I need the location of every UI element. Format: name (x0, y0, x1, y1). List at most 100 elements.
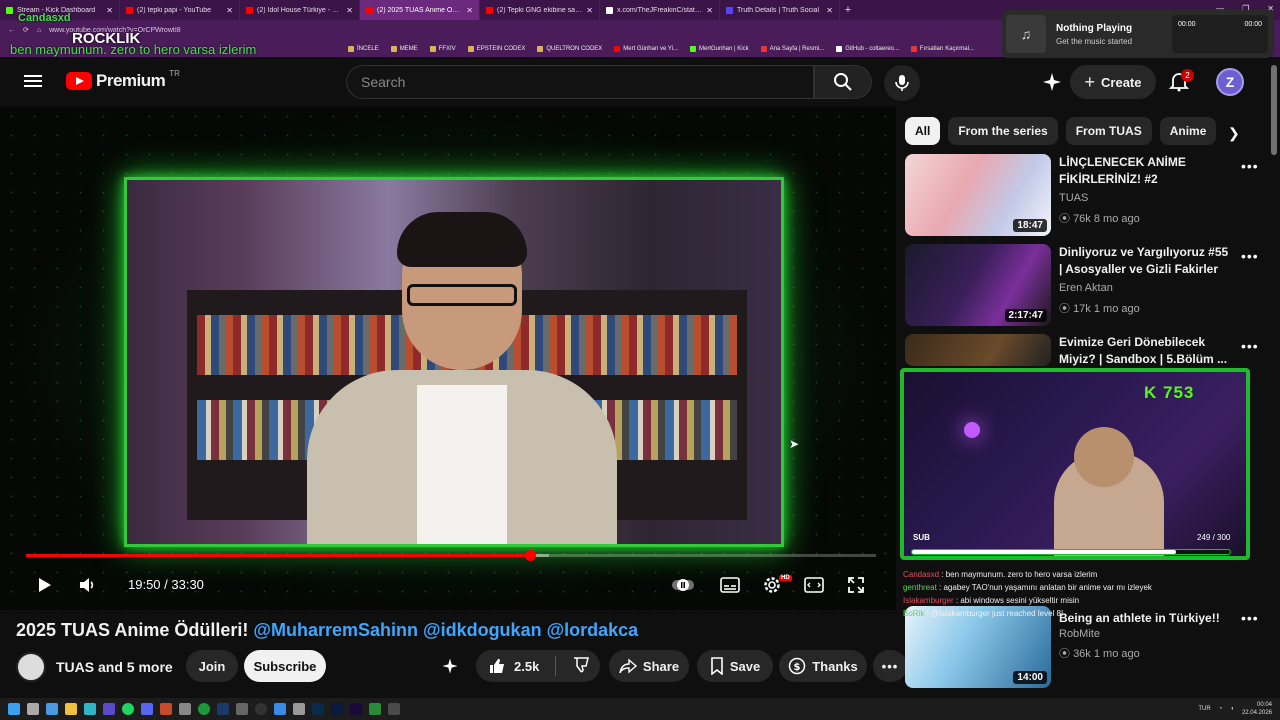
search-button[interactable] (814, 65, 872, 99)
create-button[interactable]: + Create (1070, 65, 1156, 99)
search-input[interactable] (361, 74, 813, 90)
volume-button[interactable] (76, 573, 100, 597)
join-button[interactable]: Join (186, 650, 238, 682)
new-tab-button[interactable]: + (840, 4, 856, 16)
bookmark-item[interactable]: FFXIV (429, 45, 456, 52)
recommended-channel[interactable]: TUAS (1059, 192, 1088, 204)
youtube-premium-logo[interactable]: Premium TR (66, 69, 180, 91)
mention-link[interactable]: @MuharremSahinn (253, 620, 418, 640)
ask-ai-button[interactable] (436, 650, 464, 682)
channel-name[interactable]: TUAS and 5 more (56, 659, 173, 675)
close-tab-icon[interactable]: ✕ (586, 6, 593, 15)
recommended-channel[interactable]: Eren Aktan (1059, 282, 1113, 294)
close-tab-icon[interactable]: ✕ (226, 6, 233, 15)
discord-icon[interactable] (141, 703, 153, 715)
app-icon[interactable] (179, 703, 191, 715)
subscribe-button[interactable]: Subscribe (244, 650, 326, 682)
photoshop-icon[interactable] (331, 703, 343, 715)
recommended-title[interactable]: Evimize Geri Dönebilecek Miyiz? | Sandbo… (1059, 334, 1234, 368)
app-icon[interactable] (293, 703, 305, 715)
audition-icon[interactable] (312, 703, 324, 715)
chip-from-tuas[interactable]: From TUAS (1065, 117, 1152, 145)
bookmark-item[interactable]: EPSTEIN CODEX (467, 45, 525, 52)
mention-link[interactable]: @lordakca (547, 620, 639, 640)
theater-mode-button[interactable] (802, 573, 826, 597)
dislike-button[interactable] (572, 656, 590, 677)
browser-tab[interactable]: x.com/TheJFreakinC/status/2046✕ (600, 0, 720, 20)
play-button[interactable] (32, 573, 56, 597)
browser-tab[interactable]: (2) Tepki GNG ekibine saplıyor anı✕ (480, 0, 600, 20)
account-avatar[interactable]: Z (1216, 68, 1244, 96)
browser-icon[interactable] (103, 703, 115, 715)
close-tab-icon[interactable]: ✕ (706, 6, 713, 15)
recommended-title[interactable]: LİNÇLENECEK ANİME FİKİRLERİNİZ! #2 (1059, 154, 1234, 188)
wifi-icon[interactable]: ◔ (1219, 706, 1223, 712)
recommended-title[interactable]: Dinliyoruz ve Yargılıyoruz #55 | Asosyal… (1059, 244, 1234, 278)
reload-icon[interactable]: ⟳ (23, 26, 29, 34)
bookmark-item[interactable]: Ana Sayfa | Resmi... (760, 45, 824, 52)
hamburger-menu-icon[interactable] (24, 72, 42, 90)
taskbar-clock[interactable]: 00:04 22.04.2026 (1242, 701, 1272, 717)
autoplay-toggle[interactable] (671, 573, 695, 597)
chip-all[interactable]: All (905, 117, 941, 145)
close-tab-icon[interactable]: ✕ (346, 6, 353, 15)
seek-handle[interactable] (524, 550, 536, 561)
app-icon[interactable] (369, 703, 381, 715)
bookmark-item[interactable]: İNCELE (348, 45, 379, 52)
app-icon[interactable] (236, 703, 248, 715)
bookmark-item[interactable]: Mert Günhan ve Yi... (614, 45, 678, 52)
close-tab-icon[interactable]: ✕ (826, 6, 833, 15)
edge-icon[interactable] (84, 703, 96, 715)
seek-bar[interactable] (26, 550, 876, 561)
share-button[interactable]: Share (609, 650, 689, 682)
close-tab-icon[interactable]: ✕ (106, 6, 113, 15)
language-indicator[interactable]: TUR (1198, 706, 1210, 712)
bookmark-item[interactable]: Fırsatları Kaçırmal... (910, 45, 974, 52)
steam-icon[interactable] (217, 703, 229, 715)
mail-icon[interactable] (274, 703, 286, 715)
more-vertical-icon[interactable]: ••• (1241, 338, 1259, 354)
chip-from-series[interactable]: From the series (948, 117, 1058, 145)
video-thumbnail[interactable]: 18:47 (905, 154, 1051, 236)
video-thumbnail[interactable]: 2:17:47 (905, 244, 1051, 326)
xbox-icon[interactable] (198, 703, 210, 715)
widgets-icon[interactable] (46, 703, 58, 715)
bookmark-item[interactable]: QUELTRON CODEX (537, 45, 602, 52)
more-vertical-icon[interactable]: ••• (1241, 158, 1259, 174)
speaker-icon[interactable]: ◖ (1230, 706, 1234, 712)
premiere-icon[interactable] (350, 703, 362, 715)
channel-avatar[interactable] (16, 652, 46, 682)
close-tab-icon[interactable]: ✕ (466, 6, 473, 15)
voice-search-button[interactable] (884, 65, 920, 101)
tool-icon[interactable] (160, 703, 172, 715)
page-scrollbar[interactable] (1268, 57, 1280, 698)
video-player[interactable]: ➤ 19:50 / 33:30 HD (0, 107, 896, 610)
more-actions-button[interactable]: ••• (873, 650, 907, 682)
chevron-right-icon[interactable]: ❯ (1228, 125, 1240, 142)
windows-start-icon[interactable] (8, 703, 20, 715)
file-explorer-icon[interactable] (65, 703, 77, 715)
scrollbar-thumb[interactable] (1271, 65, 1277, 155)
video-thumbnail[interactable] (905, 334, 1051, 366)
save-button[interactable]: Save (697, 650, 773, 682)
browser-tab[interactable]: (2) tepki papi - YouTube ✕ (120, 0, 240, 20)
fullscreen-button[interactable] (844, 573, 868, 597)
bookmark-item[interactable]: GitHub - coltaereo... (836, 45, 899, 52)
like-button[interactable]: 2.5k (488, 657, 539, 675)
more-vertical-icon[interactable]: ••• (1241, 248, 1259, 264)
gemini-spark-icon[interactable] (1040, 70, 1064, 94)
mention-link[interactable]: @idkdogukan (423, 620, 542, 640)
back-icon[interactable]: ← (8, 27, 15, 34)
browser-tab[interactable]: Truth Details | Truth Social ✕ (720, 0, 840, 20)
recommended-video[interactable]: 2:17:47 Dinliyoruz ve Yargılıyoruz #55 |… (905, 244, 1258, 328)
bookmark-item[interactable]: MertGunhan | Kick (690, 45, 749, 52)
more-vertical-icon[interactable]: ••• (1241, 610, 1259, 626)
browser-tab-active[interactable]: (2) 2025 TUAS Anime Ödülleri! @✕ (360, 0, 480, 20)
recommended-video[interactable]: 18:47 LİNÇLENECEK ANİME FİKİRLERİNİZ! #2… (905, 154, 1258, 238)
subtitles-button[interactable] (718, 573, 742, 597)
spotify-icon[interactable] (122, 703, 134, 715)
chip-anime[interactable]: Anime (1159, 117, 1217, 145)
obs-icon[interactable] (255, 703, 267, 715)
thanks-button[interactable]: $ Thanks (779, 650, 867, 682)
recommended-channel[interactable]: RobMite (1059, 628, 1100, 640)
